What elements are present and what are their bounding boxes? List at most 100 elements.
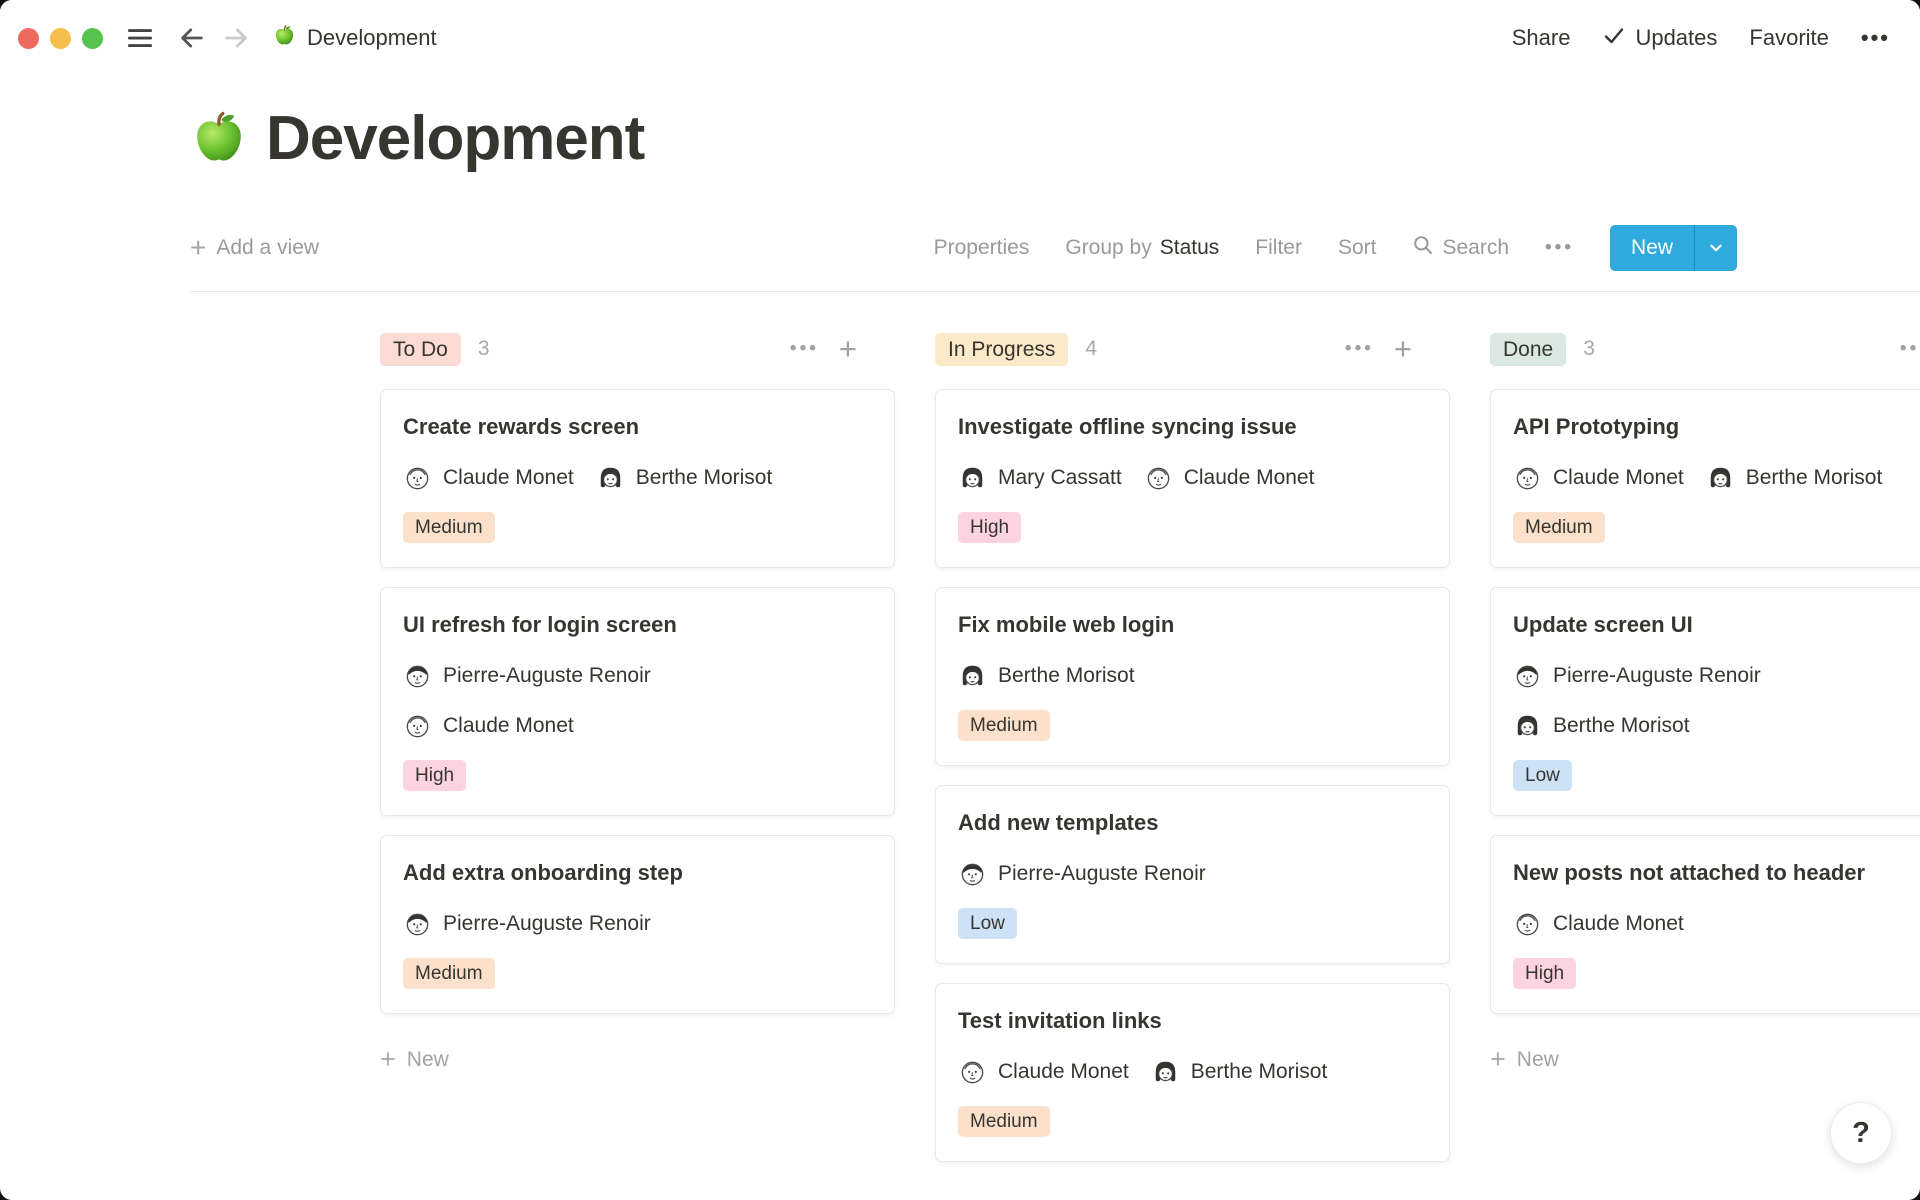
column-status-pill[interactable]: In Progress [935,333,1068,366]
man-dark-avatar-icon [1513,662,1542,691]
card-title: Add extra onboarding step [403,858,872,888]
zoom-window-button[interactable] [82,28,103,49]
assignee: Claude Monet [403,460,574,496]
column-add-icon[interactable]: + [839,334,857,364]
kanban-card[interactable]: Investigate offline syncing issue Mary C… [935,389,1450,568]
add-view-button[interactable]: + Add a view [190,234,319,262]
man-dark-avatar-icon [958,860,987,889]
search-icon [1412,234,1434,262]
assignee: Pierre-Auguste Renoir [1513,658,1920,694]
priority-tag-low: Low [958,908,1017,939]
man-light-avatar-icon [403,464,432,493]
assignee-name: Berthe Morisot [1746,466,1883,490]
woman-bob-avatar-icon [958,464,987,493]
card-title: UI refresh for login screen [403,610,872,640]
priority-tag-medium: Medium [958,710,1050,741]
assignee: Berthe Morisot [596,460,773,496]
breadcrumb[interactable]: Development [273,24,437,53]
favorite-button[interactable]: Favorite [1749,25,1828,51]
search-button[interactable]: Search [1412,234,1509,262]
column-more-icon[interactable]: ••• [1900,338,1920,360]
assignee: Mary Cassatt [958,460,1122,496]
help-button[interactable]: ? [1830,1102,1892,1164]
forward-arrow-icon[interactable] [221,23,251,53]
card-assignees: Berthe Morisot [958,658,1427,694]
view-toolbar: + Add a view Properties Group by Status … [190,225,1920,271]
assignee: Pierre-Auguste Renoir [403,906,651,942]
plus-icon: + [190,234,206,262]
kanban-card[interactable]: Fix mobile web login Berthe Morisot Medi… [935,587,1450,766]
new-button[interactable]: New [1610,225,1737,271]
group-by-button[interactable]: Group by Status [1065,236,1219,260]
share-button[interactable]: Share [1512,25,1571,51]
updates-button[interactable]: Updates [1602,23,1717,53]
priority-tag-low: Low [1513,760,1572,791]
kanban-card[interactable]: UI refresh for login screen Pierre-Augus… [380,587,895,816]
column-more-icon[interactable]: ••• [790,338,819,360]
priority-tag-medium: Medium [403,958,495,989]
filter-button[interactable]: Filter [1255,236,1302,260]
more-options-icon[interactable]: ••• [1861,25,1890,51]
kanban-card[interactable]: API Prototyping Claude Monet Berthe Mori… [1490,389,1920,568]
minimize-window-button[interactable] [50,28,71,49]
card-title: Add new templates [958,808,1427,838]
board-column-in-progress: In Progress 4 ••• + Investigate offline … [935,331,1450,1162]
kanban-card[interactable]: Update screen UI Pierre-Auguste Renoir B… [1490,587,1920,816]
card-title: Test invitation links [958,1006,1427,1036]
properties-button[interactable]: Properties [934,236,1030,260]
assignee: Berthe Morisot [1513,708,1920,744]
assignee: Berthe Morisot [1706,460,1883,496]
kanban-board: To Do 3 ••• + Create rewards screen Clau… [190,331,1920,1162]
card-title: Fix mobile web login [958,610,1427,640]
woman-bob-avatar-icon [1706,464,1735,493]
man-light-avatar-icon [958,1058,987,1087]
window-topbar: Development Share Updates Favorite ••• [0,0,1920,76]
kanban-card[interactable]: Add extra onboarding step Pierre-Auguste… [380,835,895,1014]
column-add-icon[interactable]: + [1394,334,1412,364]
assignee-name: Claude Monet [1184,466,1315,490]
column-count: 3 [1583,337,1595,361]
man-dark-avatar-icon [403,910,432,939]
check-icon [1602,23,1626,53]
assignee-name: Claude Monet [1553,466,1684,490]
man-light-avatar-icon [1144,464,1173,493]
card-assignees: Pierre-Auguste Renoir Claude Monet [403,658,872,744]
column-status-pill[interactable]: To Do [380,333,461,366]
man-light-avatar-icon [1513,910,1542,939]
column-header: To Do 3 ••• + [380,331,895,367]
card-assignees: Pierre-Auguste Renoir Berthe Morisot [1513,658,1920,744]
chevron-down-icon[interactable] [1695,225,1737,271]
card-assignees: Claude Monet Berthe Morisot [403,460,872,496]
card-title: Investigate offline syncing issue [958,412,1427,442]
assignee: Berthe Morisot [1151,1054,1328,1090]
kanban-card[interactable]: New posts not attached to header Claude … [1490,835,1920,1014]
column-status-pill[interactable]: Done [1490,333,1566,366]
assignee: Berthe Morisot [958,658,1135,694]
add-card-button[interactable]: + New [1490,1044,1920,1075]
kanban-card[interactable]: Add new templates Pierre-Auguste Renoir … [935,785,1450,964]
plus-icon: + [380,1044,396,1075]
assignee-name: Pierre-Auguste Renoir [443,664,651,688]
woman-bob-avatar-icon [1151,1058,1180,1087]
sort-button[interactable]: Sort [1338,236,1377,260]
priority-tag-high: High [403,760,466,791]
add-card-button[interactable]: + New [380,1044,895,1075]
close-window-button[interactable] [18,28,39,49]
card-assignees: Claude Monet [1513,906,1920,942]
column-count: 4 [1085,337,1097,361]
assignee-name: Claude Monet [443,466,574,490]
kanban-card[interactable]: Test invitation links Claude Monet Berth… [935,983,1450,1162]
assignee-name: Berthe Morisot [636,466,773,490]
sidebar-menu-icon[interactable] [125,23,155,53]
woman-bob-avatar-icon [958,662,987,691]
toolbar-more-icon[interactable]: ••• [1545,237,1574,259]
page-icon-apple[interactable] [190,109,248,167]
assignee: Pierre-Auguste Renoir [403,658,872,694]
assignee: Pierre-Auguste Renoir [958,856,1206,892]
man-dark-avatar-icon [403,662,432,691]
card-title: API Prototyping [1513,412,1920,442]
assignee-name: Berthe Morisot [1191,1060,1328,1084]
kanban-card[interactable]: Create rewards screen Claude Monet Berth… [380,389,895,568]
column-more-icon[interactable]: ••• [1345,338,1374,360]
back-arrow-icon[interactable] [177,23,207,53]
